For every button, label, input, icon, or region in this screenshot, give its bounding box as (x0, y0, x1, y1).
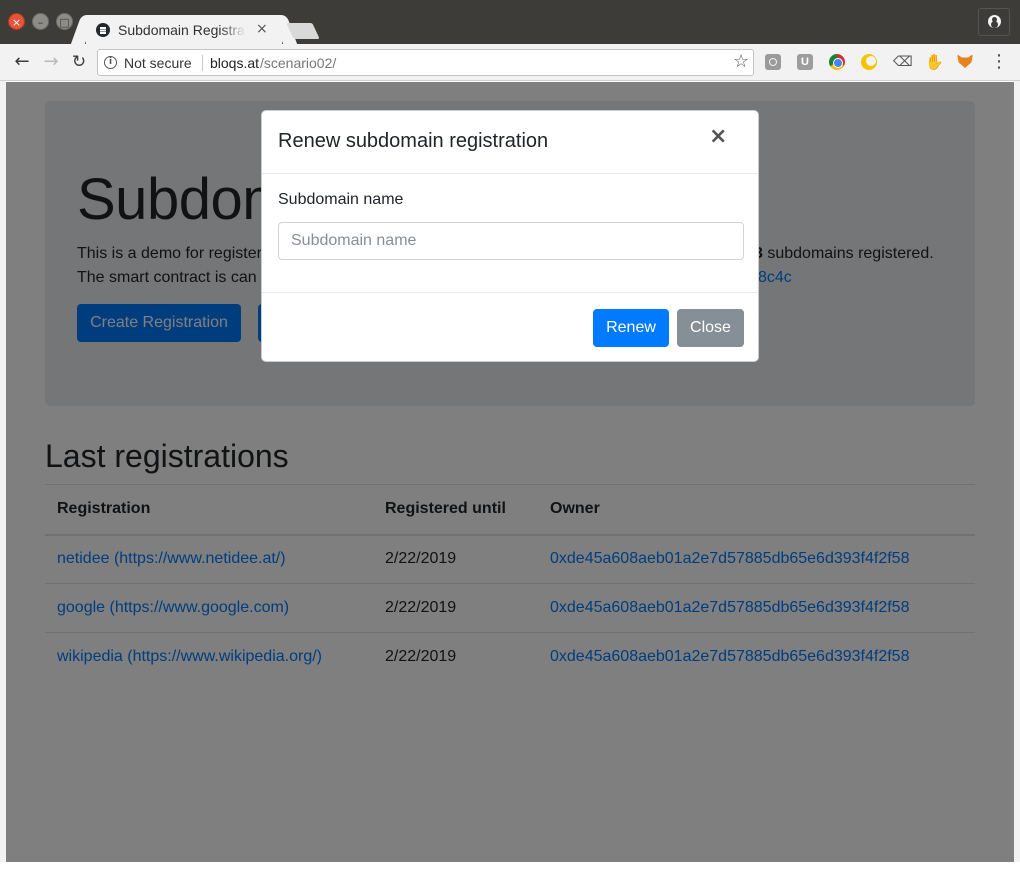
profile-icon (988, 15, 1001, 28)
modal-header: Renew subdomain registration × (262, 111, 758, 174)
subdomain-name-label: Subdomain name (278, 191, 404, 208)
renew-modal: Renew subdomain registration × Subdomain… (261, 110, 759, 362)
address-bar[interactable]: i Not secure bloqs.at /scenario02/ ☆ (97, 49, 754, 76)
window-titlebar: × – □ Subdomain Registration × (0, 0, 1020, 45)
menu-dots-icon[interactable]: ⋮ (990, 51, 1008, 72)
tab-close-icon[interactable]: × (256, 21, 268, 37)
browser-tab[interactable]: Subdomain Registration × (86, 15, 282, 45)
page-viewport: Subdomain Registration This is a demo fo… (6, 82, 1014, 862)
metamask-extension-icon[interactable] (957, 54, 973, 68)
forward-arrow-icon[interactable]: → (40, 50, 62, 74)
minimize-window-icon[interactable]: – (32, 13, 49, 30)
camera-extension-icon[interactable] (765, 54, 781, 70)
close-button[interactable]: Close (677, 309, 744, 347)
star-icon[interactable]: ☆ (733, 51, 749, 72)
favicon-icon (96, 23, 110, 37)
info-icon[interactable]: i (104, 56, 117, 69)
reload-icon[interactable]: ↻ (68, 50, 90, 74)
address-separator (202, 55, 203, 71)
eraser-extension-icon[interactable]: ⌫ (893, 54, 913, 70)
moon-extension-icon[interactable] (861, 54, 877, 70)
back-arrow-icon[interactable]: ← (11, 50, 33, 74)
tab-title: Subdomain Registration (118, 22, 246, 38)
browser-toolbar: ← → ↻ i Not secure bloqs.at /scenario02/… (0, 44, 1020, 81)
modal-close-icon[interactable]: × (709, 125, 727, 149)
chrome-extension-icon[interactable] (829, 54, 845, 70)
subdomain-name-input[interactable] (278, 222, 744, 260)
modal-title: Renew subdomain registration (278, 130, 549, 152)
url-host[interactable]: bloqs.at (210, 55, 259, 71)
url-path[interactable]: /scenario02/ (260, 55, 336, 71)
ublock-extension-icon[interactable]: U (797, 54, 813, 70)
gnome-extension-icon[interactable]: ✋ (925, 54, 944, 70)
modal-footer-divider (262, 292, 758, 293)
close-window-icon[interactable]: × (8, 13, 25, 30)
maximize-window-icon[interactable]: □ (56, 13, 73, 30)
security-label[interactable]: Not secure (124, 55, 192, 71)
renew-button[interactable]: Renew (593, 309, 669, 347)
profile-button[interactable] (978, 8, 1010, 36)
window-bottom-edge (0, 862, 1020, 876)
window-frame-right (1014, 81, 1020, 862)
